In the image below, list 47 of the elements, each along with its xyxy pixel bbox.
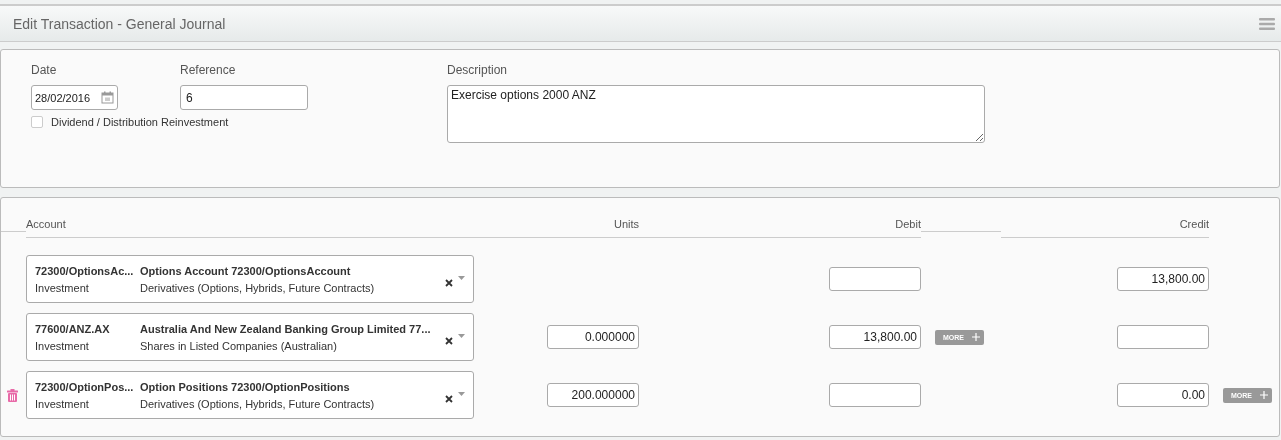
- units-header: Units: [474, 218, 639, 238]
- debit-field[interactable]: 13,800.00: [829, 325, 921, 349]
- account-selector[interactable]: 77600/ANZ.AX Australia And New Zealand Banking Group Limited 77... Investment Shares in Listed Companies (Australian): [26, 313, 474, 361]
- account-category: Derivatives (Options, Hybrids, Future Contracts): [140, 281, 376, 294]
- credit-field[interactable]: 13,800.00: [1117, 267, 1209, 291]
- date-label: Date: [31, 63, 58, 77]
- account-type: Investment: [35, 397, 90, 410]
- credit-header: Credit: [1001, 218, 1209, 238]
- clear-icon[interactable]: [445, 395, 453, 403]
- description-label: Description: [447, 63, 509, 77]
- debit-field[interactable]: [829, 267, 921, 291]
- caret-icon[interactable]: [458, 334, 465, 338]
- units-field[interactable]: 0.000000: [547, 325, 639, 349]
- account-name: Australia And New Zealand Banking Group Limited 77...: [140, 322, 432, 335]
- account-selector[interactable]: 72300/OptionPos... Option Positions 72300/OptionPositions Investment Derivatives (Options, Hybrids, Future Contracts): [26, 371, 474, 419]
- account-category: Shares in Listed Companies (Australian): [140, 339, 338, 352]
- trash-icon[interactable]: [7, 388, 18, 402]
- checkbox-label: Dividend / Distribution Reinvestment: [51, 116, 229, 128]
- plus-icon: [972, 333, 980, 341]
- account-type: Investment: [35, 339, 90, 352]
- account-category: Derivatives (Options, Hybrids, Future Contracts): [140, 397, 376, 410]
- account-type: Investment: [35, 281, 90, 294]
- date-field[interactable]: 28/02/2016: [31, 85, 118, 110]
- account-selector[interactable]: 72300/OptionsAc... Options Account 72300/OptionsAccount Investment Derivatives (Options, Hybrids, Future Contracts): [26, 255, 474, 303]
- account-name: Option Positions 72300/OptionPositions: [140, 380, 351, 393]
- account-code: 72300/OptionsAc...: [35, 264, 135, 277]
- credit-field[interactable]: [1117, 325, 1209, 349]
- account-header: Account: [26, 218, 474, 238]
- reference-field[interactable]: 6: [180, 85, 308, 110]
- credit-field[interactable]: 0.00: [1117, 383, 1209, 407]
- clear-icon[interactable]: [445, 279, 453, 287]
- debit-header: Debit: [639, 218, 921, 238]
- debit-field[interactable]: [829, 383, 921, 407]
- account-code: 72300/OptionPos...: [35, 380, 135, 393]
- account-code: 77600/ANZ.AX: [35, 322, 111, 335]
- calendar-icon[interactable]: [101, 91, 114, 104]
- caret-icon[interactable]: [458, 276, 465, 280]
- checkbox[interactable]: [31, 116, 43, 128]
- description-field[interactable]: Exercise options 2000 ANZ: [447, 85, 985, 143]
- caret-icon[interactable]: [458, 392, 465, 396]
- account-name: Options Account 72300/OptionsAccount: [140, 264, 352, 277]
- plus-icon: [1260, 391, 1268, 399]
- clear-icon[interactable]: [445, 337, 453, 345]
- reference-label: Reference: [180, 63, 237, 77]
- window-title: Edit Transaction - General Journal: [13, 15, 226, 32]
- units-field[interactable]: 200.000000: [547, 383, 639, 407]
- menu-icon[interactable]: [1259, 17, 1275, 30]
